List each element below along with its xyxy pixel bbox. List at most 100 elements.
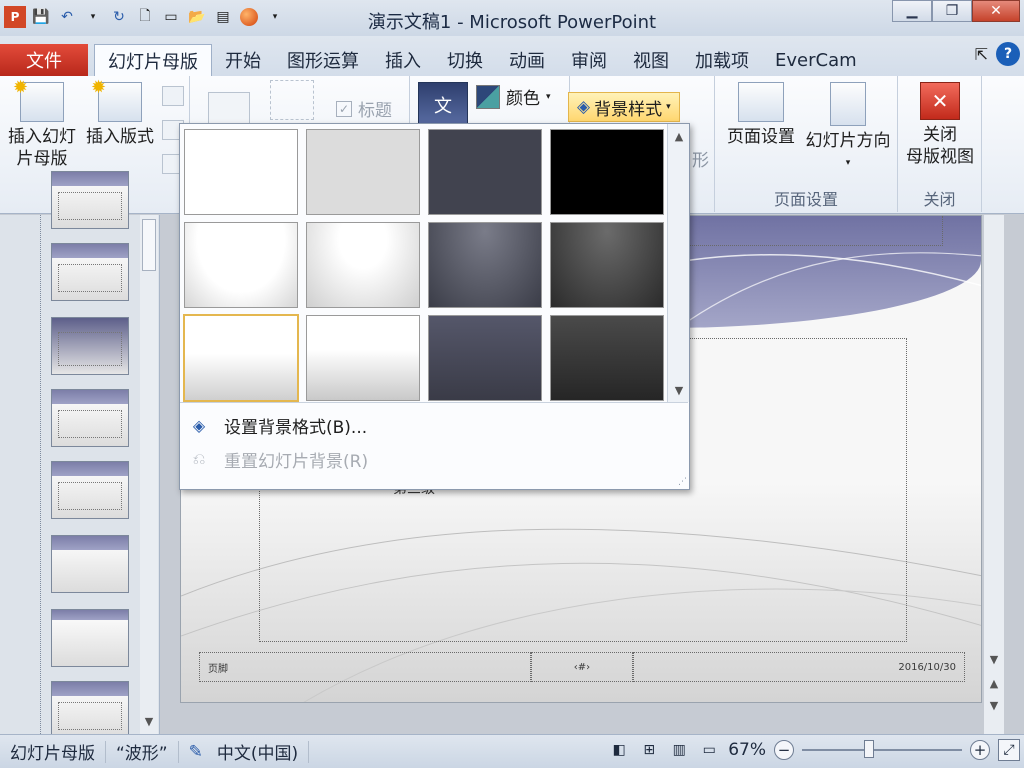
- slide-sorter-view-icon[interactable]: ⊞: [638, 739, 660, 761]
- checkbox-icon: ✓: [336, 100, 352, 117]
- slideshow-view-icon[interactable]: ▭: [698, 739, 720, 761]
- format-background-menu-item[interactable]: ◈ 设置背景格式(B)...: [186, 410, 686, 440]
- slide-scrollbar[interactable]: ▼ ▲ ▼: [984, 215, 1004, 734]
- dropdown-arrow-icon: ▾: [666, 102, 671, 112]
- gallery-scroll-up-icon[interactable]: ▲: [669, 126, 689, 146]
- status-bar: 幻灯片母版 “波形” ✎ 中文(中国) ◧ ⊞ ▥ ▭ 67% − + ⤢: [0, 734, 1024, 768]
- insert-placeholder-icon[interactable]: [270, 80, 314, 120]
- slide-thumbnail[interactable]: [51, 389, 129, 447]
- normal-view-icon[interactable]: ◧: [608, 739, 630, 761]
- slide-orientation-button[interactable]: 幻灯片方向 ▾: [803, 82, 893, 174]
- background-style-tile[interactable]: [306, 129, 420, 215]
- background-style-tile[interactable]: [550, 222, 664, 308]
- background-style-tile[interactable]: [184, 129, 298, 215]
- background-style-tile[interactable]: [428, 315, 542, 401]
- slide-orientation-icon: [830, 82, 866, 126]
- slide-thumbnail[interactable]: [51, 461, 129, 519]
- tab-view[interactable]: 视图: [620, 44, 682, 76]
- dropdown-arrow-icon: ▾: [546, 91, 551, 102]
- ribbon-tabs: 文件 幻灯片母版 开始 图形运算 插入 切换 动画 审阅 视图 加载项 Ever…: [0, 36, 1024, 76]
- gallery-separator: [180, 402, 688, 403]
- close-master-view-button[interactable]: ✕ 关闭 母版视图: [900, 82, 980, 168]
- title-checkbox[interactable]: ✓ 标题: [336, 96, 392, 121]
- zoom-slider[interactable]: [802, 740, 962, 758]
- status-language[interactable]: ✎ 中文(中国): [179, 740, 310, 764]
- background-styles-button[interactable]: ◈ 背景样式 ▾: [568, 92, 680, 122]
- status-theme-name[interactable]: “波形”: [106, 740, 179, 764]
- spell-check-icon: ✎: [188, 741, 203, 762]
- insert-layout-icon: ✹: [91, 77, 142, 122]
- thumbnail-scrollbar[interactable]: ▼: [140, 215, 158, 734]
- date-placeholder[interactable]: 2016/10/30: [633, 652, 965, 682]
- fit-to-window-icon[interactable]: ⤢: [998, 739, 1020, 761]
- window-title: 演示文稿1 - Microsoft PowerPoint: [367, 12, 657, 33]
- status-view-controls: ◧ ⊞ ▥ ▭ 67% − + ⤢: [608, 739, 1020, 761]
- group-label-close: 关闭: [923, 190, 956, 209]
- reading-view-icon[interactable]: ▥: [668, 739, 690, 761]
- insert-slide-master-icon: ✹: [13, 77, 64, 122]
- background-styles-icon: ◈: [577, 97, 591, 117]
- footer-placeholder[interactable]: 页脚: [199, 652, 531, 682]
- pin-ribbon-icon[interactable]: ⇱: [975, 45, 988, 64]
- help-icon[interactable]: ?: [996, 42, 1020, 66]
- tab-review[interactable]: 审阅: [558, 44, 620, 76]
- tab-insert[interactable]: 插入: [372, 44, 434, 76]
- close-window-icon[interactable]: ✕: [972, 0, 1020, 22]
- scroll-down-icon[interactable]: ▼: [984, 649, 1004, 669]
- group-close: ✕ 关闭 母版视图 关闭: [898, 76, 982, 212]
- delete-icon[interactable]: [162, 86, 184, 106]
- page-setup-button[interactable]: 页面设置: [723, 82, 799, 148]
- insert-slide-master-button[interactable]: ✹ 插入幻灯 片母版: [4, 77, 80, 170]
- tab-addins[interactable]: 加载项: [682, 44, 762, 76]
- tab-animations[interactable]: 动画: [496, 44, 558, 76]
- gallery-scrollbar[interactable]: ▲ ▼: [667, 124, 689, 402]
- background-style-tile[interactable]: [184, 222, 298, 308]
- reset-background-icon: ⎌: [192, 449, 206, 468]
- tab-home[interactable]: 开始: [212, 44, 274, 76]
- effects-button[interactable]: 形: [692, 146, 709, 171]
- slide-thumbnail[interactable]: [51, 243, 129, 301]
- colors-button[interactable]: 颜色 ▾: [476, 84, 551, 109]
- background-style-tile[interactable]: [550, 129, 664, 215]
- zoom-in-icon[interactable]: +: [970, 740, 990, 760]
- minimize-window-icon[interactable]: ▁: [892, 0, 932, 22]
- tab-transitions[interactable]: 切换: [434, 44, 496, 76]
- gallery-scroll-down-icon[interactable]: ▼: [669, 380, 689, 400]
- background-style-tile[interactable]: [550, 315, 664, 401]
- slide-number-icon: ‹#›: [573, 661, 591, 673]
- close-master-view-icon: ✕: [920, 82, 960, 120]
- format-background-icon: ◈: [192, 415, 206, 435]
- thumbnail-tree: [40, 171, 138, 739]
- slide-thumbnail[interactable]: [51, 681, 129, 739]
- next-slide-icon[interactable]: ▼: [984, 695, 1004, 715]
- restore-window-icon[interactable]: ❐: [932, 0, 972, 22]
- background-style-tile[interactable]: [428, 222, 542, 308]
- resize-grip-icon[interactable]: ⋰: [678, 477, 687, 487]
- scrollbar-thumb[interactable]: [142, 219, 156, 271]
- zoom-out-icon[interactable]: −: [774, 740, 794, 760]
- background-style-tile[interactable]: [306, 222, 420, 308]
- tab-file[interactable]: 文件: [0, 44, 88, 76]
- slide-thumbnail[interactable]: [51, 171, 129, 229]
- tab-slide-master[interactable]: 幻灯片母版: [94, 44, 212, 76]
- background-styles-gallery: ▲ ▼ ◈ 设置背景格式(B)... ⎌ 重置幻灯片背景(R) ⋰: [179, 123, 690, 490]
- slide-thumbnail[interactable]: [51, 535, 129, 593]
- dropdown-arrow-icon: ▾: [845, 158, 851, 168]
- insert-layout-button[interactable]: ✹ 插入版式: [82, 77, 158, 148]
- scroll-down-icon[interactable]: ▼: [139, 711, 159, 731]
- zoom-level[interactable]: 67%: [728, 740, 766, 760]
- slide-thumbnail[interactable]: [51, 609, 129, 667]
- window-controls: ▁ ❐ ✕: [892, 0, 1020, 22]
- tab-evercam[interactable]: EverCam: [762, 44, 870, 76]
- zoom-slider-thumb[interactable]: [864, 740, 874, 758]
- slide-thumbnail[interactable]: [51, 317, 129, 375]
- background-style-tile[interactable]: [306, 315, 420, 401]
- previous-slide-icon[interactable]: ▲: [984, 673, 1004, 693]
- tab-shape-ops[interactable]: 图形运算: [274, 44, 372, 76]
- background-style-tile-selected[interactable]: [183, 314, 299, 402]
- slide-number-placeholder[interactable]: ‹#›: [531, 652, 633, 682]
- background-style-tile[interactable]: [428, 129, 542, 215]
- slide-thumbnail-pane: ▼: [0, 171, 160, 739]
- themes-icon[interactable]: 文: [418, 82, 468, 128]
- reset-background-menu-item[interactable]: ⎌ 重置幻灯片背景(R): [186, 444, 686, 474]
